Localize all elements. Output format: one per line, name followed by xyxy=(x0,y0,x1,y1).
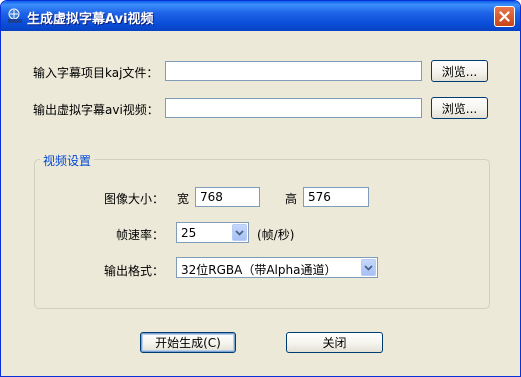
dialog-window: 生成虚拟字幕Avi视频 输入字幕项目kaj文件： 浏览... 输出虚拟字幕avi… xyxy=(0,0,521,377)
start-generate-button[interactable]: 开始生成(C) xyxy=(140,332,236,353)
output-video-label: 输出虚拟字幕avi视频： xyxy=(33,103,159,117)
frame-rate-unit: (帧/秒) xyxy=(257,228,295,242)
chevron-down-icon[interactable] xyxy=(361,259,376,276)
frame-rate-select[interactable]: 25 xyxy=(176,222,249,243)
output-format-label: 输出格式： xyxy=(104,264,165,278)
chevron-down-icon[interactable] xyxy=(232,224,247,241)
height-input[interactable]: 576 xyxy=(303,187,369,207)
video-settings-title: 视频设置 xyxy=(40,152,95,169)
window-title: 生成虚拟字幕Avi视频 xyxy=(27,12,154,27)
width-input[interactable]: 768 xyxy=(195,187,260,207)
frame-rate-label: 帧速率： xyxy=(116,228,165,242)
title-bar[interactable]: 生成虚拟字幕Avi视频 xyxy=(1,1,520,31)
height-label: 高 xyxy=(285,192,298,206)
input-project-field[interactable] xyxy=(165,61,422,81)
browse-output-button[interactable]: 浏览... xyxy=(431,97,488,119)
app-icon xyxy=(7,8,23,24)
close-button[interactable]: 关闭 xyxy=(286,332,383,353)
output-format-value: 32位RGBA（带Alpha通道） xyxy=(181,263,337,277)
output-video-field[interactable] xyxy=(165,98,422,118)
input-project-label: 输入字幕项目kaj文件： xyxy=(33,66,159,80)
close-icon xyxy=(499,11,510,22)
image-size-label: 图像大小： xyxy=(104,192,165,206)
output-format-select[interactable]: 32位RGBA（带Alpha通道） xyxy=(176,257,378,278)
browse-input-button[interactable]: 浏览... xyxy=(431,60,488,82)
close-window-button[interactable] xyxy=(494,6,515,27)
width-label: 宽 xyxy=(177,192,190,206)
frame-rate-value: 25 xyxy=(181,226,197,240)
